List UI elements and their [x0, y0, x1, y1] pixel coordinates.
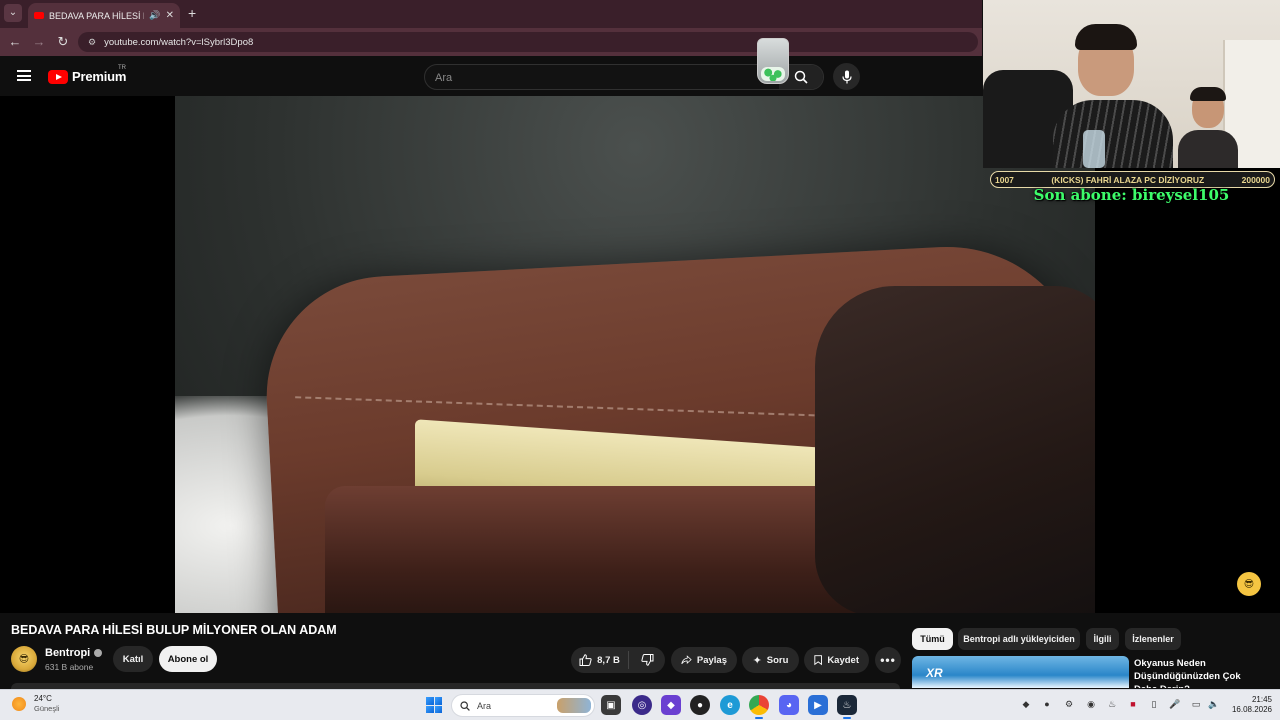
- tray-app-icon[interactable]: ●: [1041, 698, 1053, 710]
- chip-all[interactable]: Tümü: [912, 628, 953, 650]
- windows-start-icon[interactable]: [426, 697, 442, 713]
- share-icon: [681, 655, 692, 665]
- url-text: youtube.com/watch?v=lSybrl3Dpo8: [104, 36, 254, 48]
- tab-search-button[interactable]: ⌄: [4, 4, 22, 22]
- like-dislike-group: 8,7 B: [571, 647, 665, 673]
- search-icon: [460, 700, 470, 711]
- more-actions-button[interactable]: •••: [875, 647, 901, 673]
- task-view-icon[interactable]: ▣: [601, 695, 621, 715]
- video-app-icon[interactable]: ▶: [808, 695, 828, 715]
- youtube-favicon-icon: [34, 12, 44, 19]
- weather-widget[interactable]: 24°C Güneşli: [12, 694, 59, 714]
- speaker-icon[interactable]: 🔊: [149, 10, 160, 21]
- tray-app-icon[interactable]: ♨: [1106, 698, 1118, 710]
- back-arrow-icon[interactable]: ←: [7, 34, 23, 49]
- sparkle-icon: ✦: [752, 654, 762, 667]
- ask-button[interactable]: ✦ Soru: [742, 647, 799, 673]
- more-horizontal-icon: •••: [880, 653, 896, 667]
- edge-icon[interactable]: e: [720, 695, 740, 715]
- recommendation-thumbnail[interactable]: XR: [912, 656, 1129, 688]
- site-settings-icon[interactable]: ⚙: [88, 37, 96, 48]
- save-label: Kaydet: [827, 654, 859, 666]
- last-subscriber-label: Son abone: bireysel105: [1033, 186, 1230, 204]
- child-figure: [1178, 87, 1238, 168]
- menu-icon[interactable]: [17, 70, 31, 81]
- video-frame: [175, 96, 1095, 613]
- windows-taskbar: 24°C Güneşli Ara ▣ ◎ ◆ ● e ◕ ▶ ♨ ◆ ● ⚙ ◉…: [0, 689, 1280, 720]
- tray-settings-icon[interactable]: ⚙: [1063, 698, 1075, 710]
- subscribe-button[interactable]: Abone ol: [159, 646, 217, 672]
- tray-app-icon[interactable]: ◆: [1020, 698, 1032, 710]
- recommendation-title[interactable]: Okyanus Neden Düşündüğünüzden Çok Daha D…: [1134, 657, 1264, 688]
- channel-name-link[interactable]: Bentropi: [45, 647, 103, 659]
- streamer-figure: [1053, 24, 1173, 168]
- microphone-icon: [841, 70, 852, 83]
- goal-target: 200000: [1241, 174, 1270, 185]
- join-button[interactable]: Katıl: [113, 646, 153, 672]
- tray-volume-icon[interactable]: 🔈: [1208, 698, 1220, 710]
- ask-label: Soru: [766, 654, 789, 666]
- tray-app-icon[interactable]: ◉: [1085, 698, 1097, 710]
- sun-icon: [12, 697, 26, 711]
- share-label: Paylaş: [696, 654, 727, 666]
- clock-time: 21:45: [1251, 695, 1272, 704]
- chip-watched[interactable]: İzlenenler: [1125, 628, 1181, 650]
- steam-icon[interactable]: ♨: [837, 695, 857, 719]
- weather-condition: Güneşli: [34, 704, 60, 713]
- forward-arrow-icon[interactable]: →: [31, 34, 47, 49]
- app-circle-icon[interactable]: ◎: [632, 695, 652, 715]
- app-diamond-icon[interactable]: ◆: [661, 695, 681, 715]
- share-button[interactable]: Paylaş: [671, 647, 737, 673]
- logo-region: TR: [118, 65, 126, 71]
- app-dark-circle-icon[interactable]: ●: [690, 695, 710, 715]
- verified-badge-icon: [94, 649, 103, 657]
- browser-tab-active[interactable]: BEDAVA PARA HİLESİ BULUP 🔊 ✕: [28, 3, 180, 28]
- tray-app-icon[interactable]: ■: [1127, 698, 1139, 710]
- youtube-play-icon: [48, 69, 68, 84]
- bookmark-icon: [814, 655, 822, 666]
- close-tab-icon[interactable]: ✕: [166, 10, 174, 21]
- chip-related[interactable]: İlgili: [1086, 628, 1119, 650]
- url-field[interactable]: ⚙ youtube.com/watch?v=lSybrl3Dpo8: [78, 32, 978, 52]
- weather-temp: 24°C: [34, 694, 52, 703]
- like-button[interactable]: 8,7 B: [571, 651, 629, 669]
- tray-battery-icon[interactable]: ▯: [1148, 698, 1160, 710]
- reload-icon[interactable]: ↻: [55, 34, 71, 50]
- chip-from-uploader[interactable]: Bentropi adlı yükleyiciden: [958, 628, 1080, 650]
- tray-microphone-icon[interactable]: 🎤: [1169, 698, 1181, 710]
- thumbs-down-icon: [640, 654, 653, 666]
- taskbar-search-placeholder: Ara: [477, 700, 492, 711]
- thumb-text: XR: [926, 666, 943, 680]
- screen: ⌄ BEDAVA PARA HİLESİ BULUP 🔊 ✕ + ← → ↻ ⚙…: [0, 0, 1280, 720]
- save-button[interactable]: Kaydet: [804, 647, 869, 673]
- thumbs-up-icon: [579, 654, 592, 666]
- streamer-webcam: [983, 0, 1280, 168]
- taskbar-search[interactable]: Ara: [451, 694, 595, 717]
- youtube-header: Premium TR: [0, 56, 982, 96]
- browser-address-bar: ← → ↻ ⚙ youtube.com/watch?v=lSybrl3Dpo8: [0, 28, 982, 56]
- goal-current: 1007: [995, 174, 1014, 185]
- search-input[interactable]: [435, 69, 755, 86]
- like-count: 8,7 B: [597, 654, 620, 666]
- voice-search-button[interactable]: [833, 63, 860, 90]
- clock-date: 16.08.2026: [1231, 705, 1272, 714]
- channel-name: Bentropi: [45, 647, 91, 659]
- chrome-icon[interactable]: [749, 695, 769, 719]
- tab-title: BEDAVA PARA HİLESİ BULUP: [49, 10, 144, 21]
- new-tab-button[interactable]: +: [188, 5, 196, 21]
- taskbar-clock[interactable]: 21:45 16.08.2026: [1228, 695, 1272, 715]
- video-title: BEDAVA PARA HİLESİ BULUP MİLYONER OLAN A…: [11, 623, 337, 637]
- dislike-button[interactable]: [629, 654, 665, 666]
- youtube-logo[interactable]: Premium TR: [48, 65, 127, 84]
- discord-icon[interactable]: ◕: [779, 695, 799, 715]
- goal-title: (KICKS) FAHRİ ALAZA PC DİZİYORUZ: [1051, 174, 1205, 185]
- sunglasses-emoji-icon: 😎: [1237, 572, 1261, 596]
- logo-text: Premium: [72, 69, 127, 84]
- channel-avatar[interactable]: 😎: [11, 646, 37, 672]
- cup-overlay-image: [757, 38, 789, 84]
- tray-monitor-icon[interactable]: ▭: [1190, 698, 1202, 710]
- subscriber-count: 631 B abone: [45, 662, 94, 672]
- search-icon: [794, 70, 808, 84]
- browser-tab-bar: ⌄ BEDAVA PARA HİLESİ BULUP 🔊 ✕ +: [0, 0, 982, 28]
